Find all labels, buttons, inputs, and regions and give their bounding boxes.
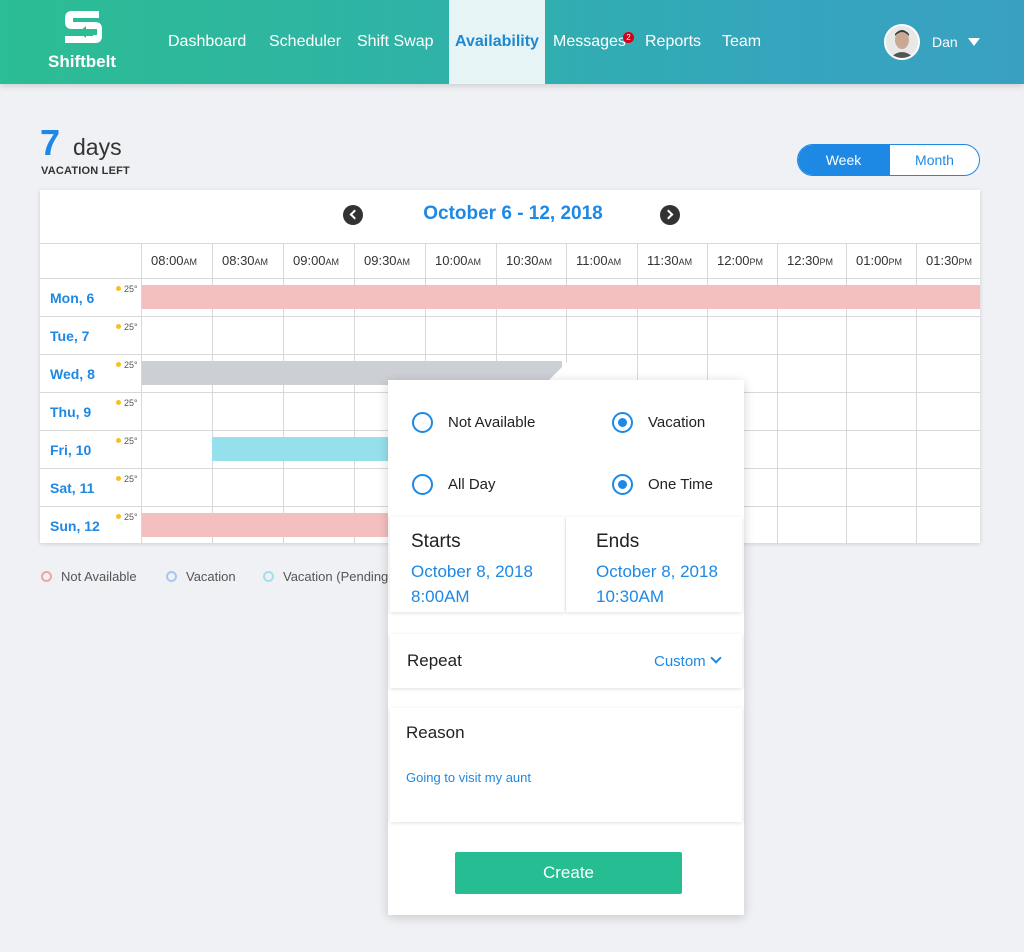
legend-not-available: Not Available [41, 569, 137, 584]
time-header: 09:30AM [364, 253, 411, 268]
legend-vacation-pending: Vacation (Pending) [263, 569, 393, 584]
not-available-radio[interactable] [412, 412, 433, 433]
time-header: 11:00AM [576, 253, 622, 268]
time-header: 10:00AM [435, 253, 482, 268]
circle-icon [41, 571, 52, 582]
day-label-thu[interactable]: Thu, 9 [50, 404, 91, 420]
vacation-option-label[interactable]: Vacation [648, 414, 705, 431]
nav-item-team[interactable]: Team [722, 0, 761, 84]
vacation-radio[interactable] [612, 412, 633, 433]
time-header: 12:00PM [717, 253, 764, 268]
day-label-sun[interactable]: Sun, 12 [50, 518, 100, 534]
reason-input[interactable]: Going to visit my aunt [406, 770, 531, 785]
weather-sun-icon: 25° [116, 360, 138, 370]
app-logo[interactable]: Shiftbelt [44, 8, 120, 74]
day-label-sat[interactable]: Sat, 11 [50, 480, 94, 496]
view-toggle: Week Month [797, 144, 980, 176]
time-header: 01:30PM [926, 253, 973, 268]
app-name: Shiftbelt [48, 52, 116, 71]
user-name: Dan [932, 34, 958, 50]
time-header: 10:30AM [506, 253, 553, 268]
nav-item-scheduler[interactable]: Scheduler [269, 0, 341, 84]
avatar[interactable] [884, 24, 920, 60]
shiftbelt-logo-icon [65, 11, 102, 43]
time-header: 01:00PM [856, 253, 903, 268]
vacation-days-unit: days [73, 134, 122, 160]
weather-sun-icon: 25° [116, 474, 138, 484]
time-header: 08:00AM [151, 253, 198, 268]
event-bar-not-available[interactable] [142, 285, 980, 309]
next-week-arrow-icon[interactable] [660, 205, 680, 225]
nav-item-messages[interactable]: Messages [553, 0, 626, 84]
weather-sun-icon: 25° [116, 512, 138, 522]
time-header: 12:30PM [787, 253, 834, 268]
weather-sun-icon: 25° [116, 284, 138, 294]
not-available-option-label[interactable]: Not Available [448, 414, 535, 431]
nav-item-reports[interactable]: Reports [645, 0, 701, 84]
starts-label: Starts [411, 531, 461, 552]
ends-date[interactable]: October 8, 2018 [596, 559, 718, 584]
weather-sun-icon: 25° [116, 398, 138, 408]
circle-icon [263, 571, 274, 582]
create-button[interactable]: Create [455, 852, 682, 894]
month-view-button[interactable]: Month [889, 145, 979, 175]
week-view-button[interactable]: Week [798, 145, 889, 175]
one-time-option-label[interactable]: One Time [648, 476, 713, 493]
repeat-label: Repeat [407, 651, 462, 670]
day-label-mon[interactable]: Mon, 6 [50, 290, 94, 306]
nav-item-shift-swap[interactable]: Shift Swap [357, 0, 433, 84]
weather-sun-icon: 25° [116, 436, 138, 446]
weather-sun-icon: 25° [116, 322, 138, 332]
ends-time[interactable]: 10:30AM [596, 584, 664, 609]
legend-vacation: Vacation [166, 569, 236, 584]
top-navigation-bar: Shiftbelt Dashboard Scheduler Shift Swap… [0, 0, 1024, 84]
all-day-option-label[interactable]: All Day [448, 476, 496, 493]
day-label-fri[interactable]: Fri, 10 [50, 442, 91, 458]
starts-time[interactable]: 8:00AM [411, 584, 470, 609]
nav-item-dashboard[interactable]: Dashboard [168, 0, 246, 84]
starts-date[interactable]: October 8, 2018 [411, 559, 533, 584]
day-label-tue[interactable]: Tue, 7 [50, 328, 89, 344]
time-header: 11:30AM [647, 253, 693, 268]
reason-label: Reason [406, 723, 465, 742]
nav-item-availability[interactable]: Availability [449, 0, 545, 84]
time-header: 08:30AM [222, 253, 269, 268]
ends-label: Ends [596, 531, 640, 552]
calendar-range-title: October 6 - 12, 2018 [423, 203, 603, 224]
user-avatar-icon [886, 26, 918, 58]
messages-unread-badge: 2 [623, 32, 634, 43]
one-time-radio[interactable] [612, 474, 633, 495]
caret-down-icon[interactable] [968, 38, 980, 46]
day-label-wed[interactable]: Wed, 8 [50, 366, 95, 382]
vacation-days-count: 7 [40, 122, 61, 163]
popup-pointer [549, 362, 585, 380]
all-day-radio[interactable] [412, 474, 433, 495]
circle-icon [166, 571, 177, 582]
repeat-select[interactable]: Custom [654, 653, 706, 670]
vacation-left-label: VACATION LEFT [41, 165, 130, 177]
time-header: 09:00AM [293, 253, 340, 268]
